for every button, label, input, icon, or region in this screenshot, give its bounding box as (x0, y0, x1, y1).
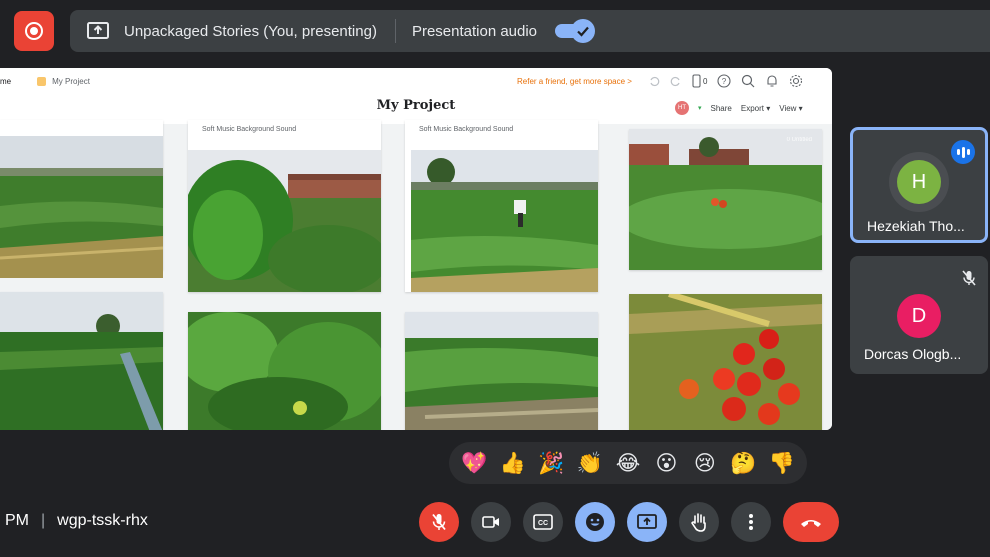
field-photo (629, 129, 822, 270)
mic-toggle-button[interactable] (419, 502, 459, 542)
phone-count: 0 (703, 76, 708, 86)
check-icon (571, 19, 596, 43)
card-caption: Soft Music Background Sound (419, 126, 514, 133)
media-card (0, 292, 163, 430)
field-photo (0, 136, 163, 278)
meeting-code: wgp-tssk-rhx (57, 512, 148, 529)
reaction-heart[interactable]: 💖 (457, 446, 491, 480)
more-options-button[interactable] (731, 502, 771, 542)
present-now-button[interactable] (627, 502, 667, 542)
redo-icon (670, 76, 680, 87)
presenting-bar: Unpackaged Stories (You, presenting) Pre… (70, 10, 990, 52)
view-label: View (779, 103, 797, 113)
undo-icon (650, 76, 660, 87)
meeting-time: PM (5, 512, 29, 529)
camera-toggle-button[interactable] (471, 502, 511, 542)
record-icon (25, 22, 43, 40)
reaction-clap[interactable]: 👏 (573, 446, 607, 480)
captions-icon: CC (533, 514, 553, 530)
mic-off-icon (432, 513, 446, 531)
export-menu: Export ▾ (740, 103, 771, 113)
media-grid: Soft Music Background Sound Soft Music B… (0, 120, 832, 430)
presentation-audio-label: Presentation audio (411, 22, 538, 40)
participant-tile-dorcas[interactable]: D Dorcas Ologb... (850, 256, 988, 374)
shared-app-actions: HT ▾ Share Export ▾ View ▾ (675, 101, 803, 115)
reaction-surprised[interactable]: 😮 (649, 446, 683, 480)
plant-photo (188, 312, 381, 430)
media-card: 0 Untitled (629, 129, 822, 270)
presenting-title: Unpackaged Stories (You, presenting) (124, 22, 377, 40)
avatar: HT (675, 101, 689, 115)
media-card: Soft Music Background Sound (188, 120, 381, 292)
hand-icon (691, 513, 706, 532)
shared-app-icons: 0 ? (648, 74, 803, 88)
phone-icon (692, 74, 701, 88)
mic-off-icon (962, 270, 976, 286)
divider: | (41, 512, 46, 529)
reactions-bar: 💖 👍 🎉 👏 😂 😮 😢 🤔 👎 (449, 442, 807, 484)
shared-app-header: me My Project Refer a friend, get more s… (0, 68, 832, 124)
help-icon: ? (717, 74, 732, 88)
leave-call-button[interactable] (783, 502, 839, 542)
folder-icon (37, 77, 47, 86)
raise-hand-button[interactable] (679, 502, 719, 542)
avatar: D (897, 294, 941, 338)
reaction-sad[interactable]: 😢 (688, 446, 722, 480)
reaction-party[interactable]: 🎉 (534, 446, 568, 480)
media-card (405, 312, 598, 430)
reaction-joy[interactable]: 😂 (611, 446, 645, 480)
refer-link: Refer a friend, get more space > (517, 77, 632, 86)
search-icon (742, 74, 755, 88)
svg-text:CC: CC (538, 520, 548, 527)
media-card (0, 120, 163, 278)
divider (394, 19, 396, 43)
export-label: Export (740, 103, 764, 113)
meeting-info: PM | wgp-tssk-rhx (5, 512, 148, 530)
participant-name: Hezekiah Tho... (867, 218, 965, 234)
present-screen-icon (637, 514, 657, 529)
media-card (188, 312, 381, 430)
bell-icon (767, 75, 778, 87)
participant-name: Dorcas Ologb... (864, 346, 962, 362)
participant-tile-hezekiah[interactable]: H Hezekiah Tho... (850, 127, 988, 243)
plant-photo (188, 150, 381, 292)
media-card (629, 294, 822, 430)
shared-screen: me My Project Refer a friend, get more s… (0, 68, 832, 430)
tomatoes-photo (629, 294, 822, 430)
hang-up-icon (801, 520, 821, 527)
reaction-thinking[interactable]: 🤔 (726, 446, 760, 480)
share-label: Share (710, 103, 732, 113)
svg-text:?: ? (722, 77, 727, 86)
recording-button[interactable] (14, 11, 54, 51)
field-photo (0, 292, 163, 430)
presentation-audio-toggle[interactable] (555, 19, 596, 43)
untitled-badge: 0 Untitled (786, 137, 812, 143)
card-caption: Soft Music Background Sound (202, 126, 297, 133)
reaction-thumbs-up[interactable]: 👍 (496, 446, 530, 480)
view-menu: View ▾ (779, 103, 803, 113)
breadcrumb: me My Project (0, 77, 90, 86)
speaking-indicator-icon (951, 140, 975, 164)
breadcrumb-project: My Project (52, 77, 90, 86)
gear-icon (790, 74, 803, 88)
camera-icon (482, 516, 499, 528)
reaction-thumbs-down[interactable]: 👎 (765, 446, 799, 480)
share-icon: ▾ (698, 105, 702, 112)
captions-button[interactable]: CC (523, 502, 563, 542)
breadcrumb-home: me (0, 77, 12, 86)
avatar: H (897, 160, 941, 204)
present-screen-icon (87, 22, 109, 39)
emoji-icon (586, 513, 604, 531)
reactions-button[interactable] (575, 502, 615, 542)
farmer-photo (411, 150, 598, 292)
media-card: Soft Music Background Sound (405, 120, 598, 292)
stream-photo (405, 312, 598, 430)
more-vert-icon (749, 514, 753, 530)
